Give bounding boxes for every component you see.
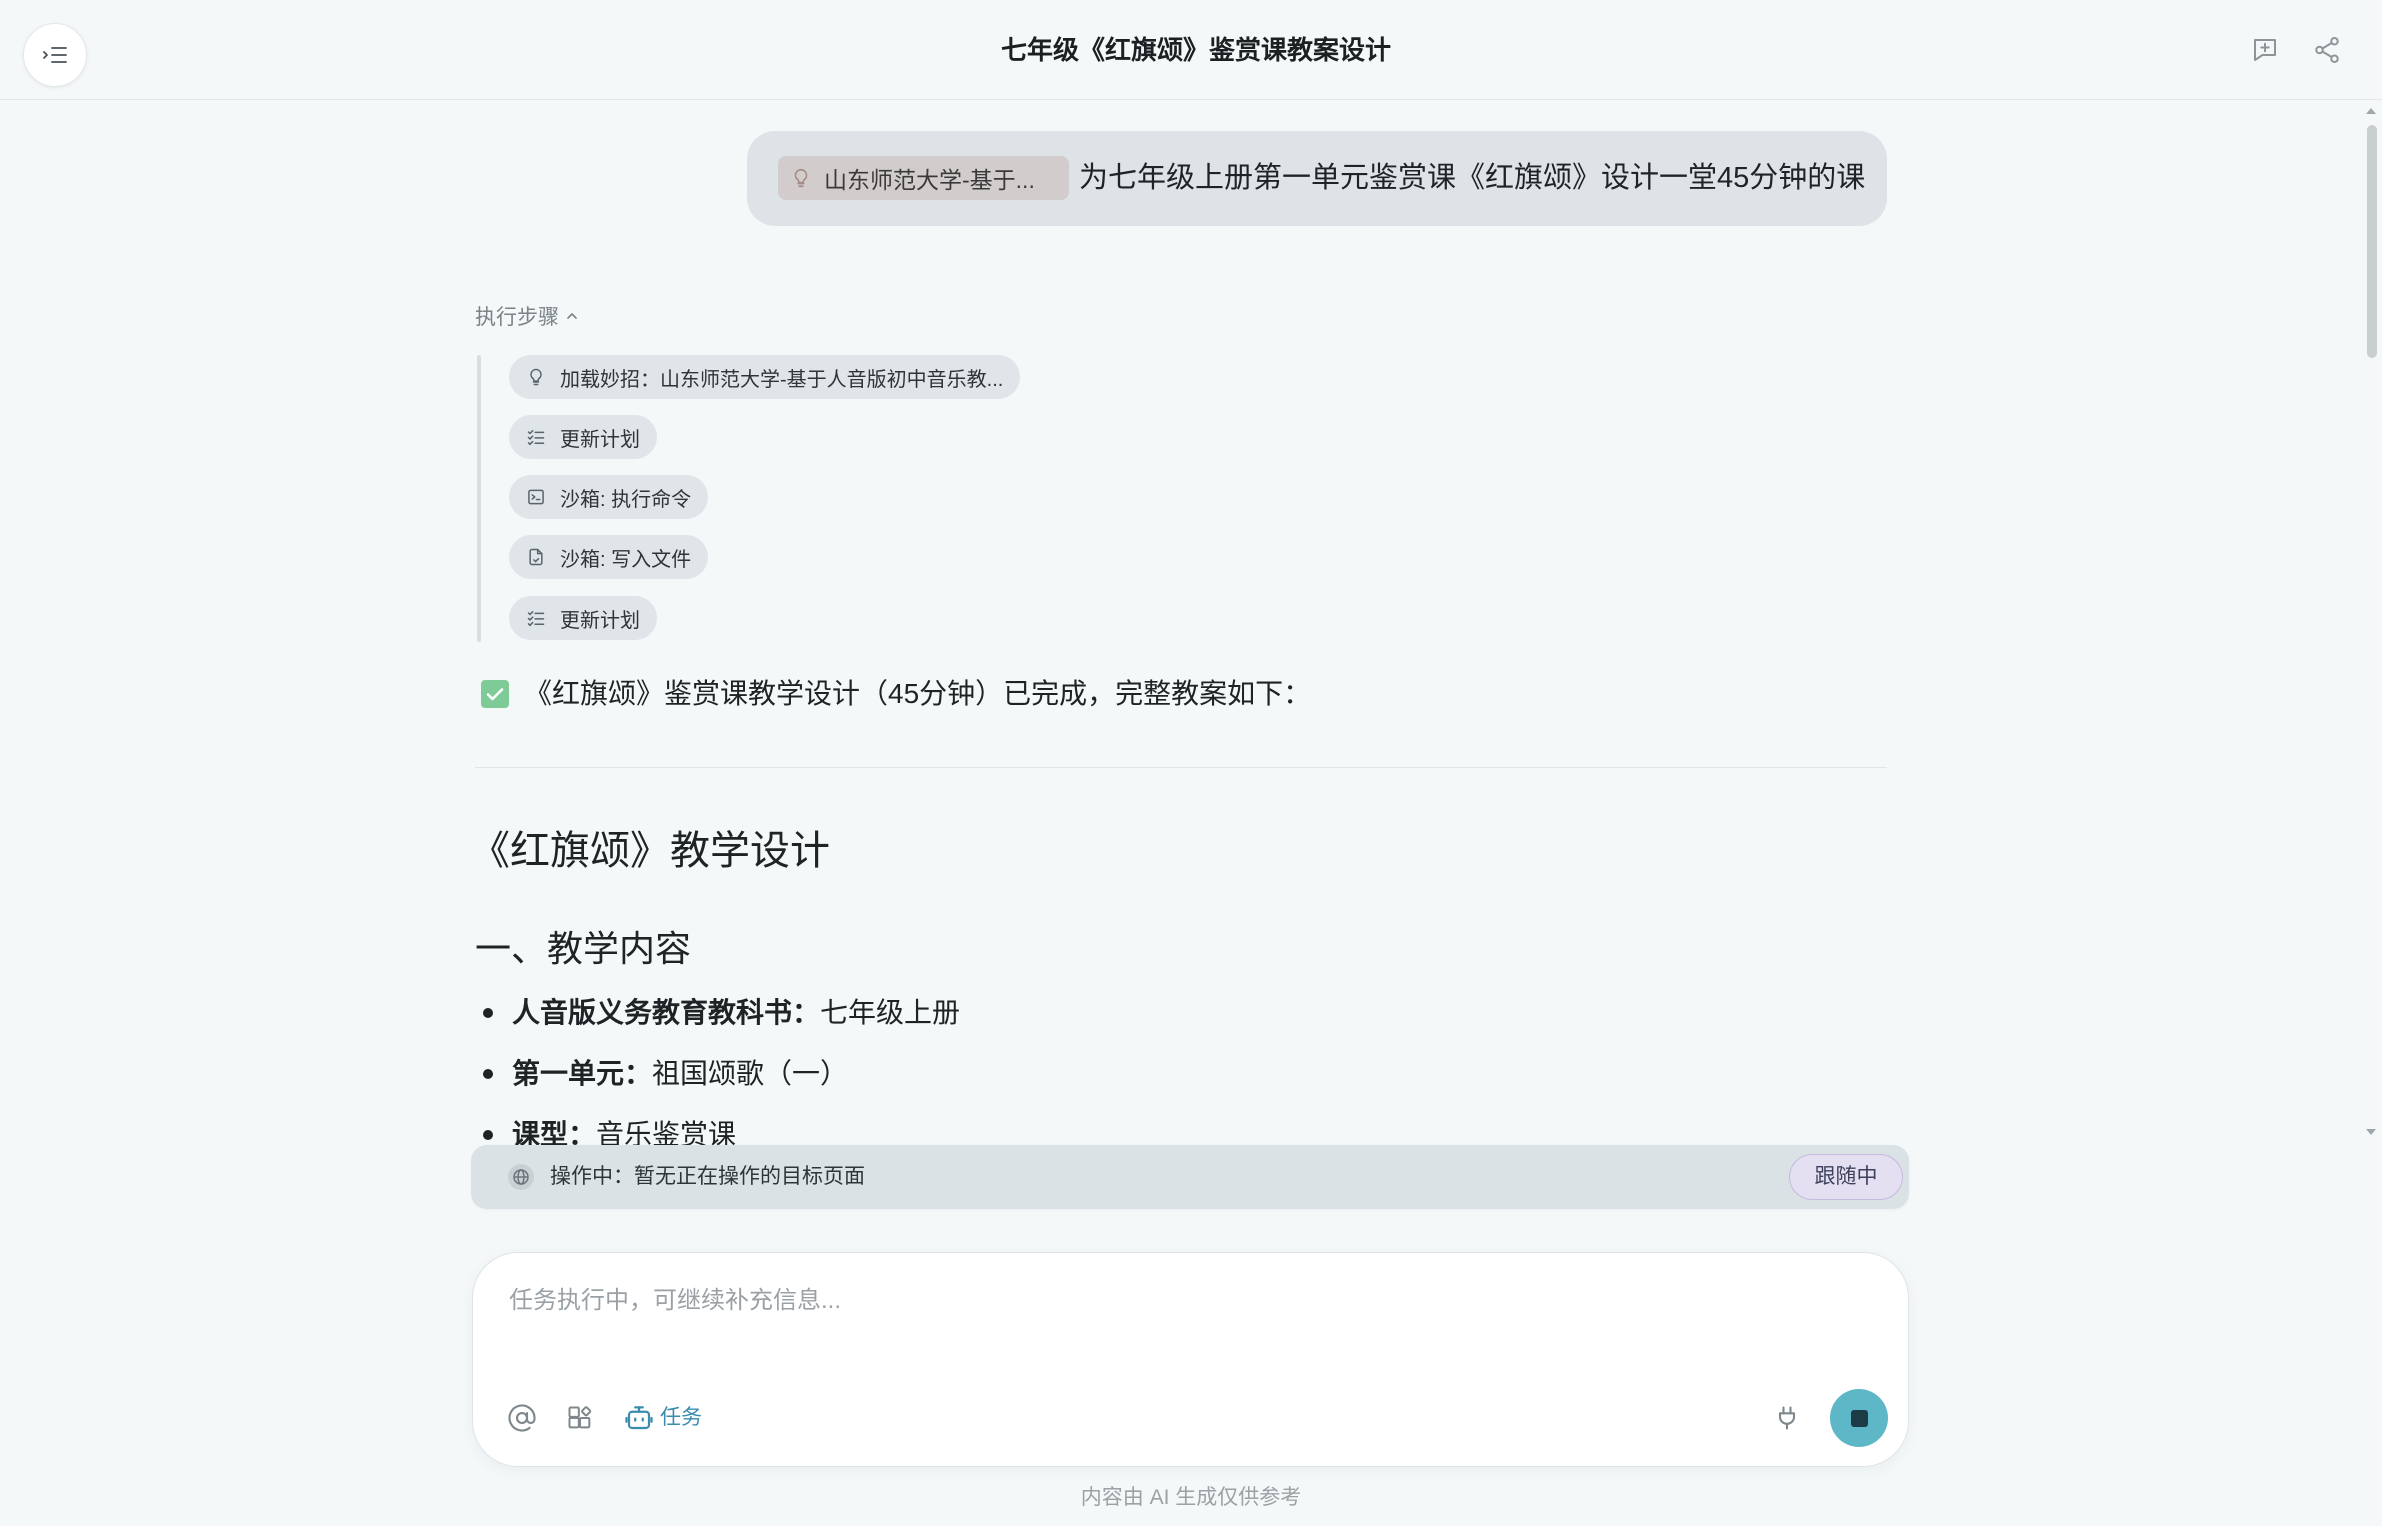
- content-bullet-list: 人音版义务教育教科书：七年级上册 第一单元：祖国颂歌（一） 课型：音乐鉴赏课: [475, 992, 960, 1150]
- page-title: 七年级《红旗颂》鉴赏课教案设计: [1000, 35, 1391, 65]
- divider: [475, 767, 1887, 768]
- steps-toggle[interactable]: 执行步骤: [475, 302, 579, 330]
- attachment-chip-label: 山东师范大学-基于...: [824, 167, 1035, 193]
- plug-icon: [1773, 1404, 1801, 1432]
- top-bar: 七年级《红旗颂》鉴赏课教案设计: [0, 0, 2382, 100]
- step-item-label: 沙箱: 写入文件: [560, 548, 692, 571]
- completion-summary: 《红旗颂》鉴赏课教学设计（45分钟）已完成，完整教案如下：: [524, 678, 1312, 709]
- check-box-icon: [481, 680, 509, 708]
- new-chat-button[interactable]: [2250, 35, 2280, 65]
- new-chat-icon: [2250, 35, 2280, 65]
- bullet-dot: [483, 1069, 493, 1079]
- scroll-up-arrow-icon[interactable]: [2365, 106, 2377, 116]
- file-write-icon: [526, 547, 546, 567]
- message-composer: 任务: [472, 1252, 1909, 1467]
- step-item-sandbox-command[interactable]: 沙箱: 执行命令: [509, 475, 709, 519]
- globe-icon: [507, 1163, 535, 1191]
- operation-status-bar: 操作中：暂无正在操作的目标页面 跟随中: [471, 1145, 1909, 1209]
- ai-disclaimer: 内容由 AI 生成仅供参考: [1080, 1486, 1302, 1509]
- robot-icon: [624, 1403, 654, 1433]
- bullet-dot: [483, 1008, 493, 1018]
- apps-icon: [566, 1404, 594, 1432]
- scroll-down-arrow-icon[interactable]: [2365, 1127, 2377, 1137]
- step-item-label: 加载妙招：山东师范大学-基于人音版初中音乐教...: [560, 368, 1004, 391]
- share-icon: [2312, 35, 2342, 65]
- list-item-label: 人音版义务教育教科书：: [512, 997, 821, 1028]
- bullet-dot: [483, 1130, 493, 1140]
- chat-scroll-area[interactable]: 山东师范大学-基于... 为七年级上册第一单元鉴赏课《红旗颂》设计一堂45分钟的…: [0, 100, 2382, 1150]
- task-mode-button[interactable]: 任务: [624, 1403, 702, 1433]
- scrollbar[interactable]: [2362, 100, 2380, 1150]
- list-item-label: 第一单元：: [512, 1058, 653, 1089]
- terminal-icon: [526, 487, 546, 507]
- step-item-load-tip[interactable]: 加载妙招：山东师范大学-基于人音版初中音乐教...: [509, 355, 1021, 399]
- step-item-label: 更新计划: [560, 428, 640, 451]
- steps-timeline-line: [477, 355, 481, 642]
- bulb-icon: [526, 367, 546, 387]
- share-button[interactable]: [2312, 35, 2342, 65]
- section-title: 一、教学内容: [475, 928, 692, 969]
- at-mention-icon: [507, 1403, 537, 1433]
- operation-status-text: 操作中：暂无正在操作的目标页面: [550, 1165, 865, 1188]
- user-message-bubble: 山东师范大学-基于... 为七年级上册第一单元鉴赏课《红旗颂》设计一堂45分钟的…: [747, 131, 1887, 226]
- chevron-up-icon: [565, 309, 579, 323]
- list-item-value: 祖国颂歌（一）: [652, 1058, 849, 1089]
- follow-button[interactable]: 跟随中: [1789, 1154, 1903, 1200]
- plugin-button[interactable]: [1773, 1404, 1801, 1432]
- step-item-label: 沙箱: 执行命令: [560, 488, 692, 511]
- apps-button[interactable]: [566, 1404, 594, 1432]
- step-item-sandbox-write-file[interactable]: 沙箱: 写入文件: [509, 535, 709, 579]
- checklist-icon: [526, 427, 546, 447]
- bulb-icon: [790, 167, 812, 189]
- task-mode-label: 任务: [660, 1406, 702, 1429]
- checklist-icon: [526, 608, 546, 628]
- attachment-chip[interactable]: 山东师范大学-基于...: [778, 156, 1069, 200]
- scrollbar-thumb[interactable]: [2367, 125, 2377, 358]
- list-item: 第一单元：祖国颂歌（一）: [475, 1053, 960, 1095]
- user-message-text: 为七年级上册第一单元鉴赏课《红旗颂》设计一堂45分钟的课: [1079, 162, 1866, 194]
- step-item-update-plan[interactable]: 更新计划: [509, 415, 657, 459]
- mention-button[interactable]: [507, 1403, 537, 1433]
- step-item-update-plan[interactable]: 更新计划: [509, 596, 657, 640]
- chat-content: 山东师范大学-基于... 为七年级上册第一单元鉴赏课《红旗颂》设计一堂45分钟的…: [0, 100, 2382, 1150]
- stop-icon: [1850, 1409, 1868, 1427]
- stop-button[interactable]: [1830, 1389, 1888, 1447]
- message-input[interactable]: [509, 1283, 1869, 1323]
- document-title: 《红旗颂》教学设计: [470, 829, 830, 873]
- step-item-label: 更新计划: [560, 609, 640, 632]
- list-item-value: 七年级上册: [820, 997, 961, 1028]
- list-item: 人音版义务教育教科书：七年级上册: [475, 992, 960, 1034]
- steps-toggle-label: 执行步骤: [475, 306, 559, 329]
